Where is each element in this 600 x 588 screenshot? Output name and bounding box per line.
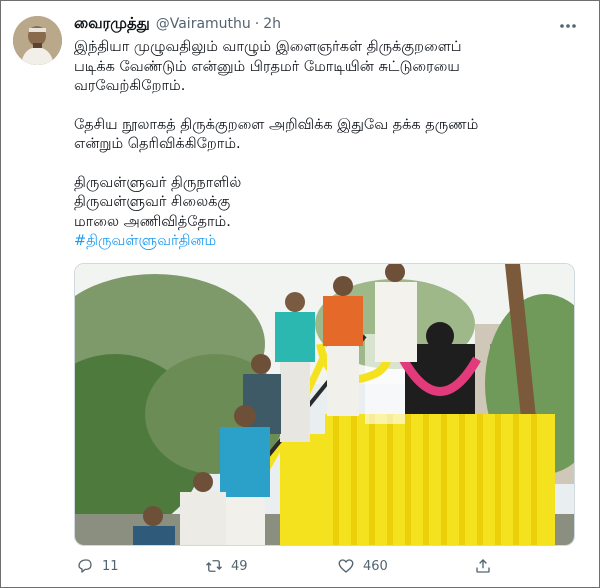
retweet-button[interactable]: 49 (205, 557, 248, 575)
tweet-line: வரவேற்கிறோம். (74, 78, 186, 94)
tweet-actions: 11 49 460 (0, 557, 600, 577)
share-button[interactable] (474, 557, 492, 575)
reply-button[interactable]: 11 (76, 557, 119, 575)
tweet-header: வைரமுத்து @Vairamuthu · 2h (74, 14, 281, 34)
tweet-line: மாலை அணிவித்தோம். (74, 213, 231, 230)
tweet-line: இந்தியா முழுவதிலும் வாழும் இளைஞர்கள் திர… (74, 39, 462, 55)
reply-count: 11 (102, 558, 119, 574)
more-icon[interactable] (557, 18, 579, 32)
avatar[interactable] (13, 16, 62, 65)
like-count: 460 (363, 558, 388, 574)
tweet-line: திருவள்ளுவர் திருநாளில் (74, 174, 242, 191)
tweet-line: என்றும் தெரிவிக்கிறோம். (74, 136, 241, 152)
tweet-line: படிக்க வேண்டும் என்னும் பிரதமர் மோடியின்… (74, 58, 460, 75)
tweet-text: இந்தியா முழுவதிலும் வாழும் இளைஞர்கள் திர… (74, 38, 574, 252)
like-icon (338, 559, 354, 573)
separator: · (254, 16, 260, 32)
like-button[interactable]: 460 (337, 557, 388, 575)
tweet-line: திருவள்ளுவர் சிலைக்கு (74, 194, 231, 210)
author-handle[interactable]: @Vairamuthu (156, 16, 251, 32)
timestamp[interactable]: 2h (263, 16, 281, 32)
retweet-count: 49 (231, 558, 248, 574)
tweet-line: தேசிய நூலாகத் திருக்குறளை அறிவிக்க இதுவே… (74, 116, 479, 133)
reply-icon (78, 559, 92, 573)
author-name[interactable]: வைரமுத்து (74, 14, 150, 34)
share-icon (476, 559, 490, 573)
hashtag-link[interactable]: #திருவள்ளுவர்தினம் (74, 233, 216, 249)
retweet-icon (206, 560, 222, 572)
tweet-photo[interactable] (74, 263, 575, 546)
